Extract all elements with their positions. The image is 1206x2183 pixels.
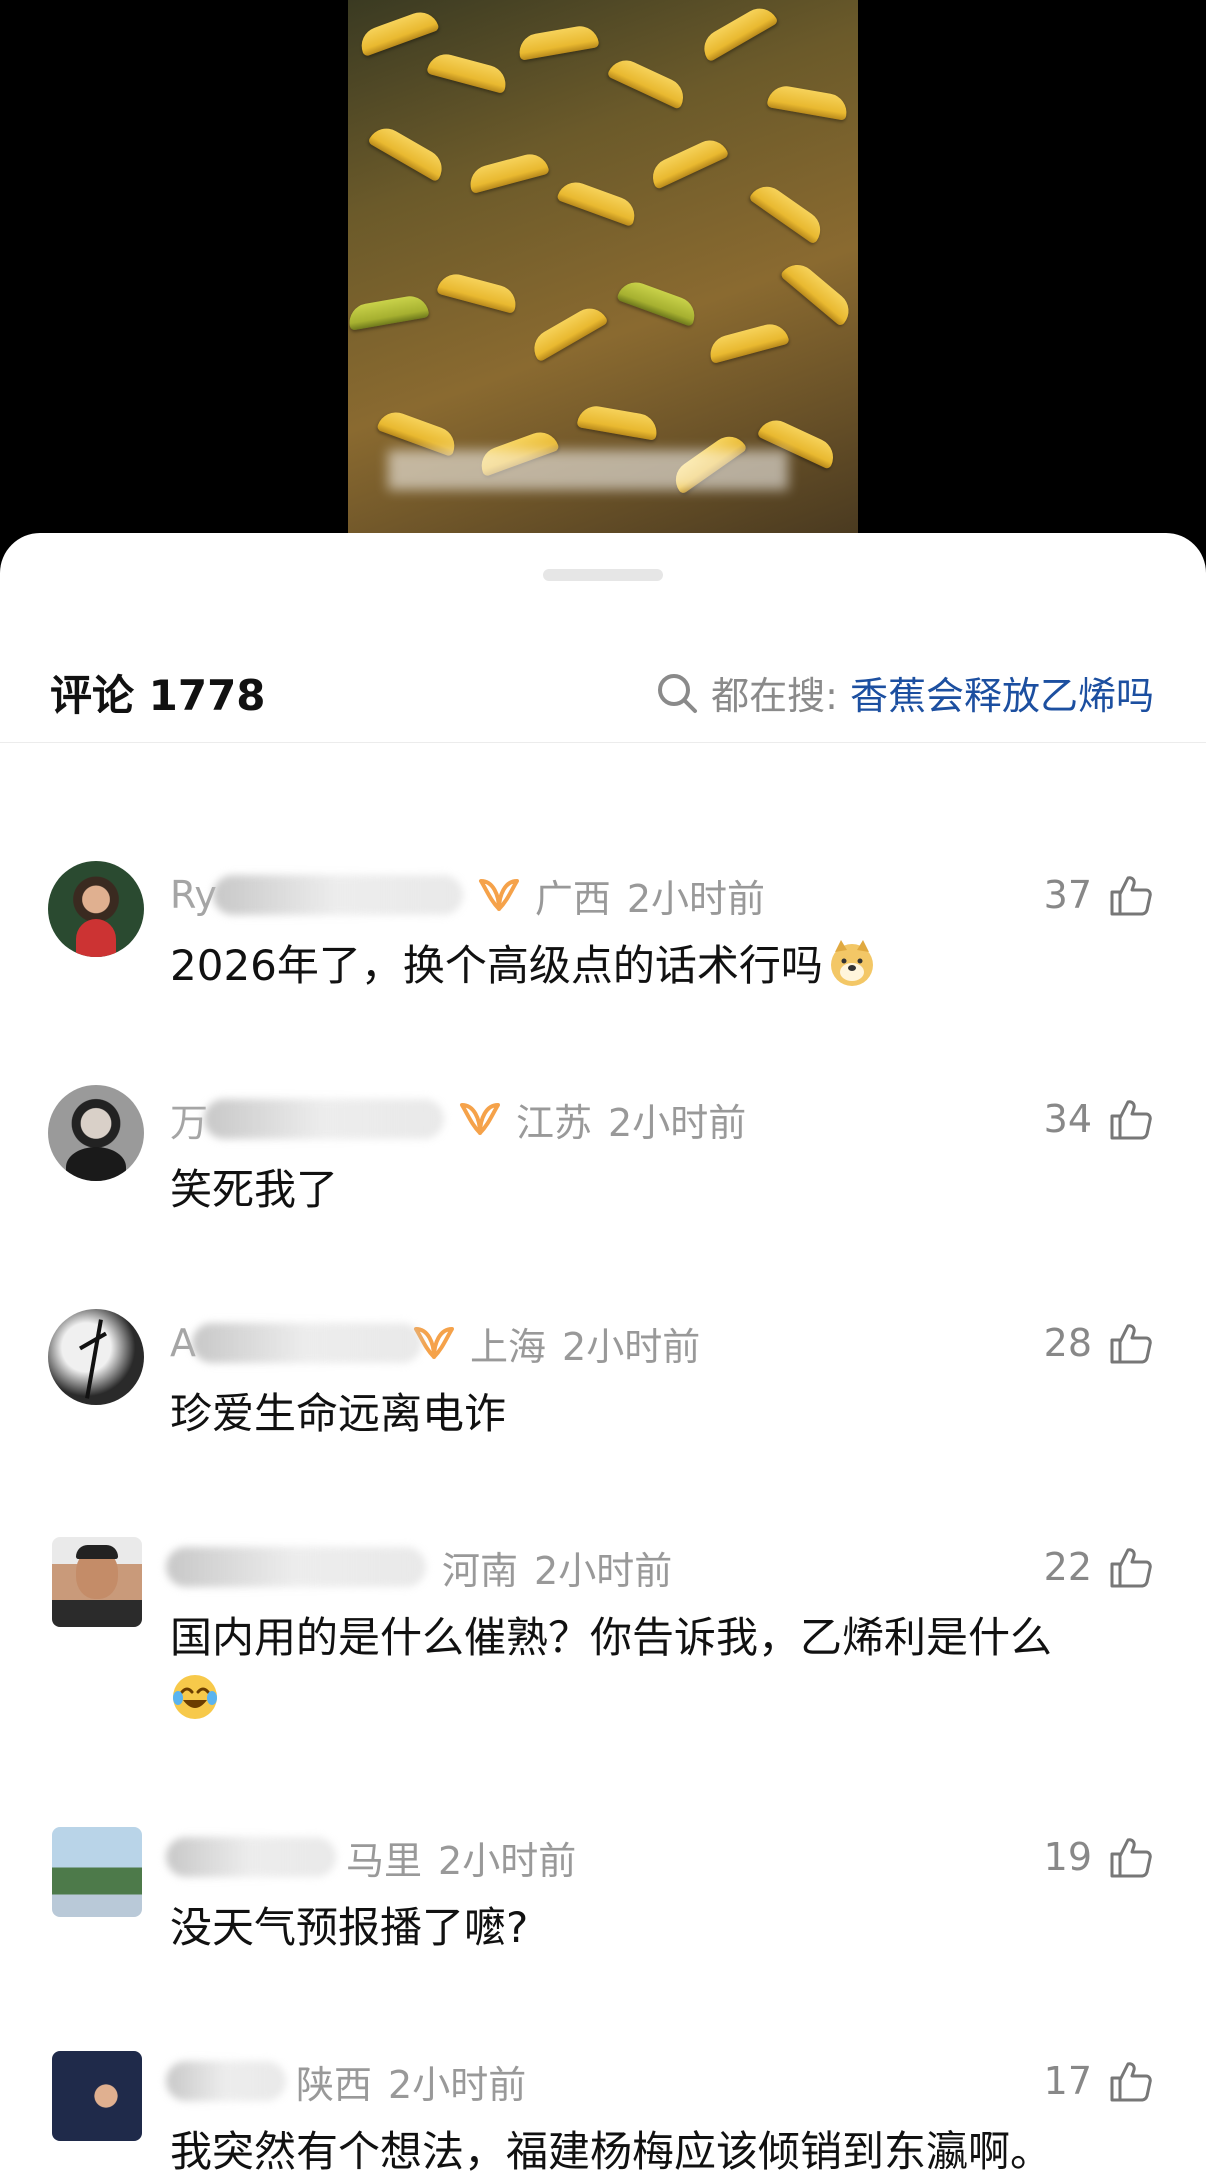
- like-count: 19: [1043, 1835, 1092, 1879]
- username[interactable]: Ry: [170, 873, 217, 917]
- comment-sheet: 评论 1778 都在搜: 香蕉会释放乙烯吗 Ry 广西 2小时前 37 2026…: [0, 533, 1206, 2183]
- like-count: 28: [1043, 1321, 1092, 1365]
- thumbs-up-icon: [1110, 2062, 1152, 2102]
- vip-badge-icon: [460, 1103, 501, 1135]
- like-button[interactable]: 17: [1044, 2053, 1154, 2109]
- timestamp: 2小时前: [608, 1100, 747, 1145]
- username-blurred: [166, 1837, 336, 1877]
- like-count: 17: [1043, 2059, 1092, 2103]
- username[interactable]: 万: [170, 1092, 208, 1147]
- comment-meta: 万 江苏 2小时前: [170, 1091, 746, 1147]
- username-blurred: [166, 2061, 286, 2101]
- like-button[interactable]: 22: [1044, 1539, 1154, 1595]
- comment-text: 没天气预报播了嚒?: [170, 1903, 529, 1952]
- comment-meta: 马里 2小时前: [166, 1829, 577, 1885]
- avatar[interactable]: [48, 1309, 144, 1405]
- like-button[interactable]: 28: [1044, 1315, 1154, 1371]
- video-player[interactable]: [0, 0, 1206, 560]
- comment-count: 评论 1778: [50, 671, 266, 720]
- search-icon: [658, 673, 698, 713]
- search-term-link[interactable]: 香蕉会释放乙烯吗: [850, 665, 1154, 720]
- comment-text: 国内用的是什么催熟？你告诉我，乙烯利是什么: [170, 1607, 1130, 1731]
- thumbs-up-icon: [1110, 1100, 1152, 1140]
- comment-text: 珍爱生命远离电诈: [170, 1389, 507, 1438]
- avatar[interactable]: [52, 1537, 142, 1627]
- comment-meta: 陕西 2小时前: [166, 2053, 527, 2109]
- avatar[interactable]: [52, 2051, 142, 2141]
- timestamp: 2小时前: [388, 2062, 527, 2107]
- like-count: 37: [1043, 873, 1092, 917]
- username-blurred: [166, 1547, 426, 1587]
- region: 马里: [346, 1838, 423, 1883]
- comment-text: 2026年了，换个高级点的话术行吗: [170, 935, 1130, 997]
- thumbs-up-icon: [1110, 876, 1152, 916]
- avatar[interactable]: [48, 861, 144, 957]
- region: 上海: [470, 1324, 547, 1369]
- vip-badge-icon: [478, 879, 519, 911]
- like-button[interactable]: 34: [1044, 1091, 1154, 1147]
- comment-header: 评论 1778 都在搜: 香蕉会释放乙烯吗: [0, 643, 1206, 743]
- region: 河南: [442, 1548, 519, 1593]
- timestamp: 2小时前: [534, 1548, 673, 1593]
- comment-meta: A 上海 2小时前: [170, 1315, 700, 1371]
- search-prefix: 都在搜:: [711, 674, 838, 718]
- region: 陕西: [296, 2062, 373, 2107]
- search-suggestion[interactable]: 都在搜: 香蕉会释放乙烯吗: [655, 665, 1154, 720]
- region: 广西: [534, 876, 611, 921]
- region: 江苏: [516, 1100, 593, 1145]
- timestamp: 2小时前: [562, 1324, 701, 1369]
- sheet-drag-handle[interactable]: [543, 569, 663, 581]
- comment-text: 我突然有个想法，福建杨梅应该倾销到东瀛啊。: [170, 2127, 1053, 2176]
- timestamp: 2小时前: [438, 1838, 577, 1883]
- avatar[interactable]: [52, 1827, 142, 1917]
- avatar[interactable]: [48, 1085, 144, 1181]
- comment-body: 国内用的是什么催熟？你告诉我，乙烯利是什么: [170, 1613, 1053, 1662]
- laugh-cry-emoji-icon: [173, 1675, 217, 1719]
- username-blurred: [192, 1323, 422, 1363]
- doge-emoji-icon: [830, 940, 873, 986]
- like-button[interactable]: 19: [1044, 1829, 1154, 1885]
- comment-meta: Ry 广西 2小时前: [170, 867, 765, 923]
- username-blurred: [204, 1099, 445, 1139]
- thumbs-up-icon: [1110, 1324, 1152, 1364]
- like-count: 34: [1043, 1097, 1092, 1141]
- username-blurred: [212, 875, 463, 915]
- blurred-caption: [388, 450, 788, 490]
- thumbs-up-icon: [1110, 1838, 1152, 1878]
- like-button[interactable]: 37: [1044, 867, 1154, 923]
- timestamp: 2小时前: [626, 876, 766, 921]
- thumbs-up-icon: [1110, 1548, 1152, 1588]
- comment-text: 笑死我了: [170, 1165, 339, 1214]
- video-frame-bananas: [348, 0, 858, 534]
- like-count: 22: [1043, 1545, 1092, 1589]
- comment-meta: 河南 2小时前: [166, 1539, 673, 1595]
- comment-body: 2026年了，换个高级点的话术行吗: [170, 941, 823, 990]
